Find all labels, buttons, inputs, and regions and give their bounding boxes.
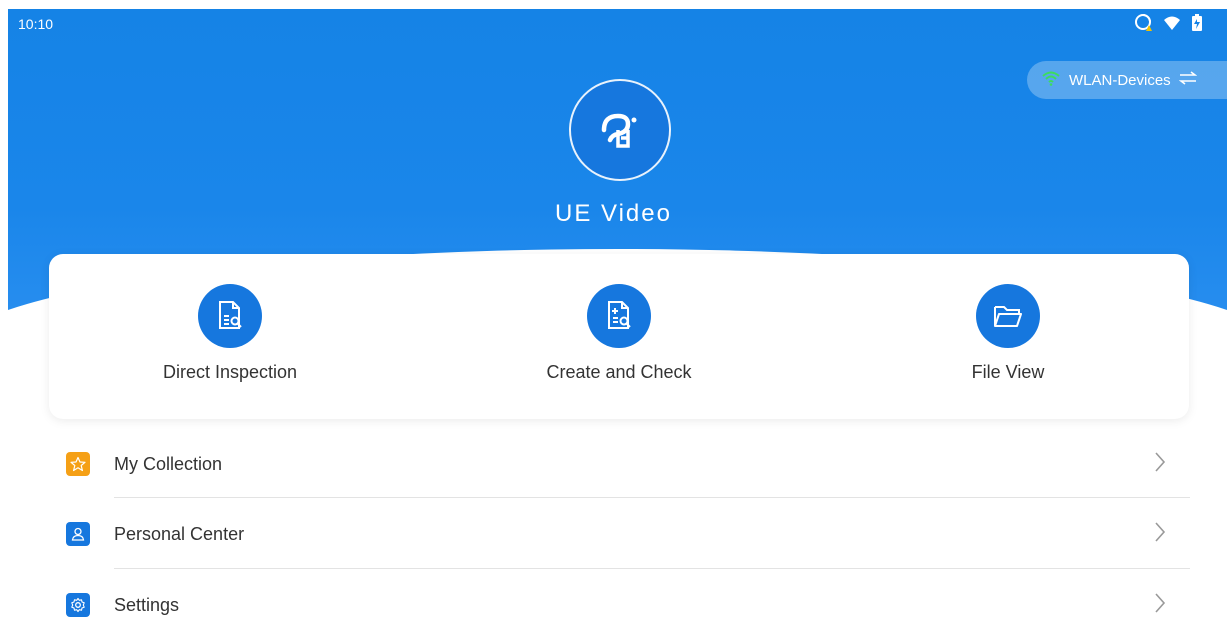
swap-icon — [1178, 71, 1198, 89]
document-plus-search-icon — [587, 284, 651, 348]
app-logo — [569, 79, 671, 181]
action-label: Direct Inspection — [162, 362, 298, 382]
direct-inspection-button[interactable]: Direct Inspection — [100, 284, 360, 383]
create-and-check-button[interactable]: Create and Check — [489, 284, 749, 383]
gear-icon — [66, 593, 90, 617]
wlan-label: WLAN-Devices — [1069, 71, 1171, 89]
divider — [114, 497, 1190, 498]
action-label: File View — [971, 362, 1045, 382]
battery-charging-icon — [1191, 14, 1203, 32]
wifi-icon — [1163, 15, 1181, 31]
divider — [114, 568, 1190, 569]
user-icon — [66, 522, 90, 546]
status-time: 10:10 — [18, 16, 54, 32]
document-search-icon — [198, 284, 262, 348]
menu-item-my-collection[interactable]: My Collection — [66, 429, 1190, 499]
status-icons — [1135, 14, 1203, 32]
ue-logo-icon — [601, 113, 637, 148]
star-icon — [66, 452, 90, 476]
menu-item-personal-center[interactable]: Personal Center — [66, 499, 1190, 569]
chevron-right-icon — [1154, 451, 1166, 478]
quick-actions-card: Direct Inspection Create and Check File … — [49, 254, 1189, 419]
menu-label: Personal Center — [114, 523, 245, 544]
wifi-icon — [1041, 70, 1061, 90]
wlan-devices-button[interactable]: WLAN-Devices — [1027, 61, 1227, 99]
menu-label: Settings — [114, 594, 180, 615]
chevron-right-icon — [1154, 521, 1166, 548]
file-view-button[interactable]: File View — [878, 284, 1138, 383]
data-saver-warning-icon — [1135, 14, 1153, 32]
action-label: Create and Check — [546, 362, 692, 382]
chevron-right-icon — [1154, 592, 1166, 619]
app-title: UE Video — [555, 200, 672, 227]
folder-icon — [976, 284, 1040, 348]
menu-label: My Collection — [114, 453, 223, 474]
